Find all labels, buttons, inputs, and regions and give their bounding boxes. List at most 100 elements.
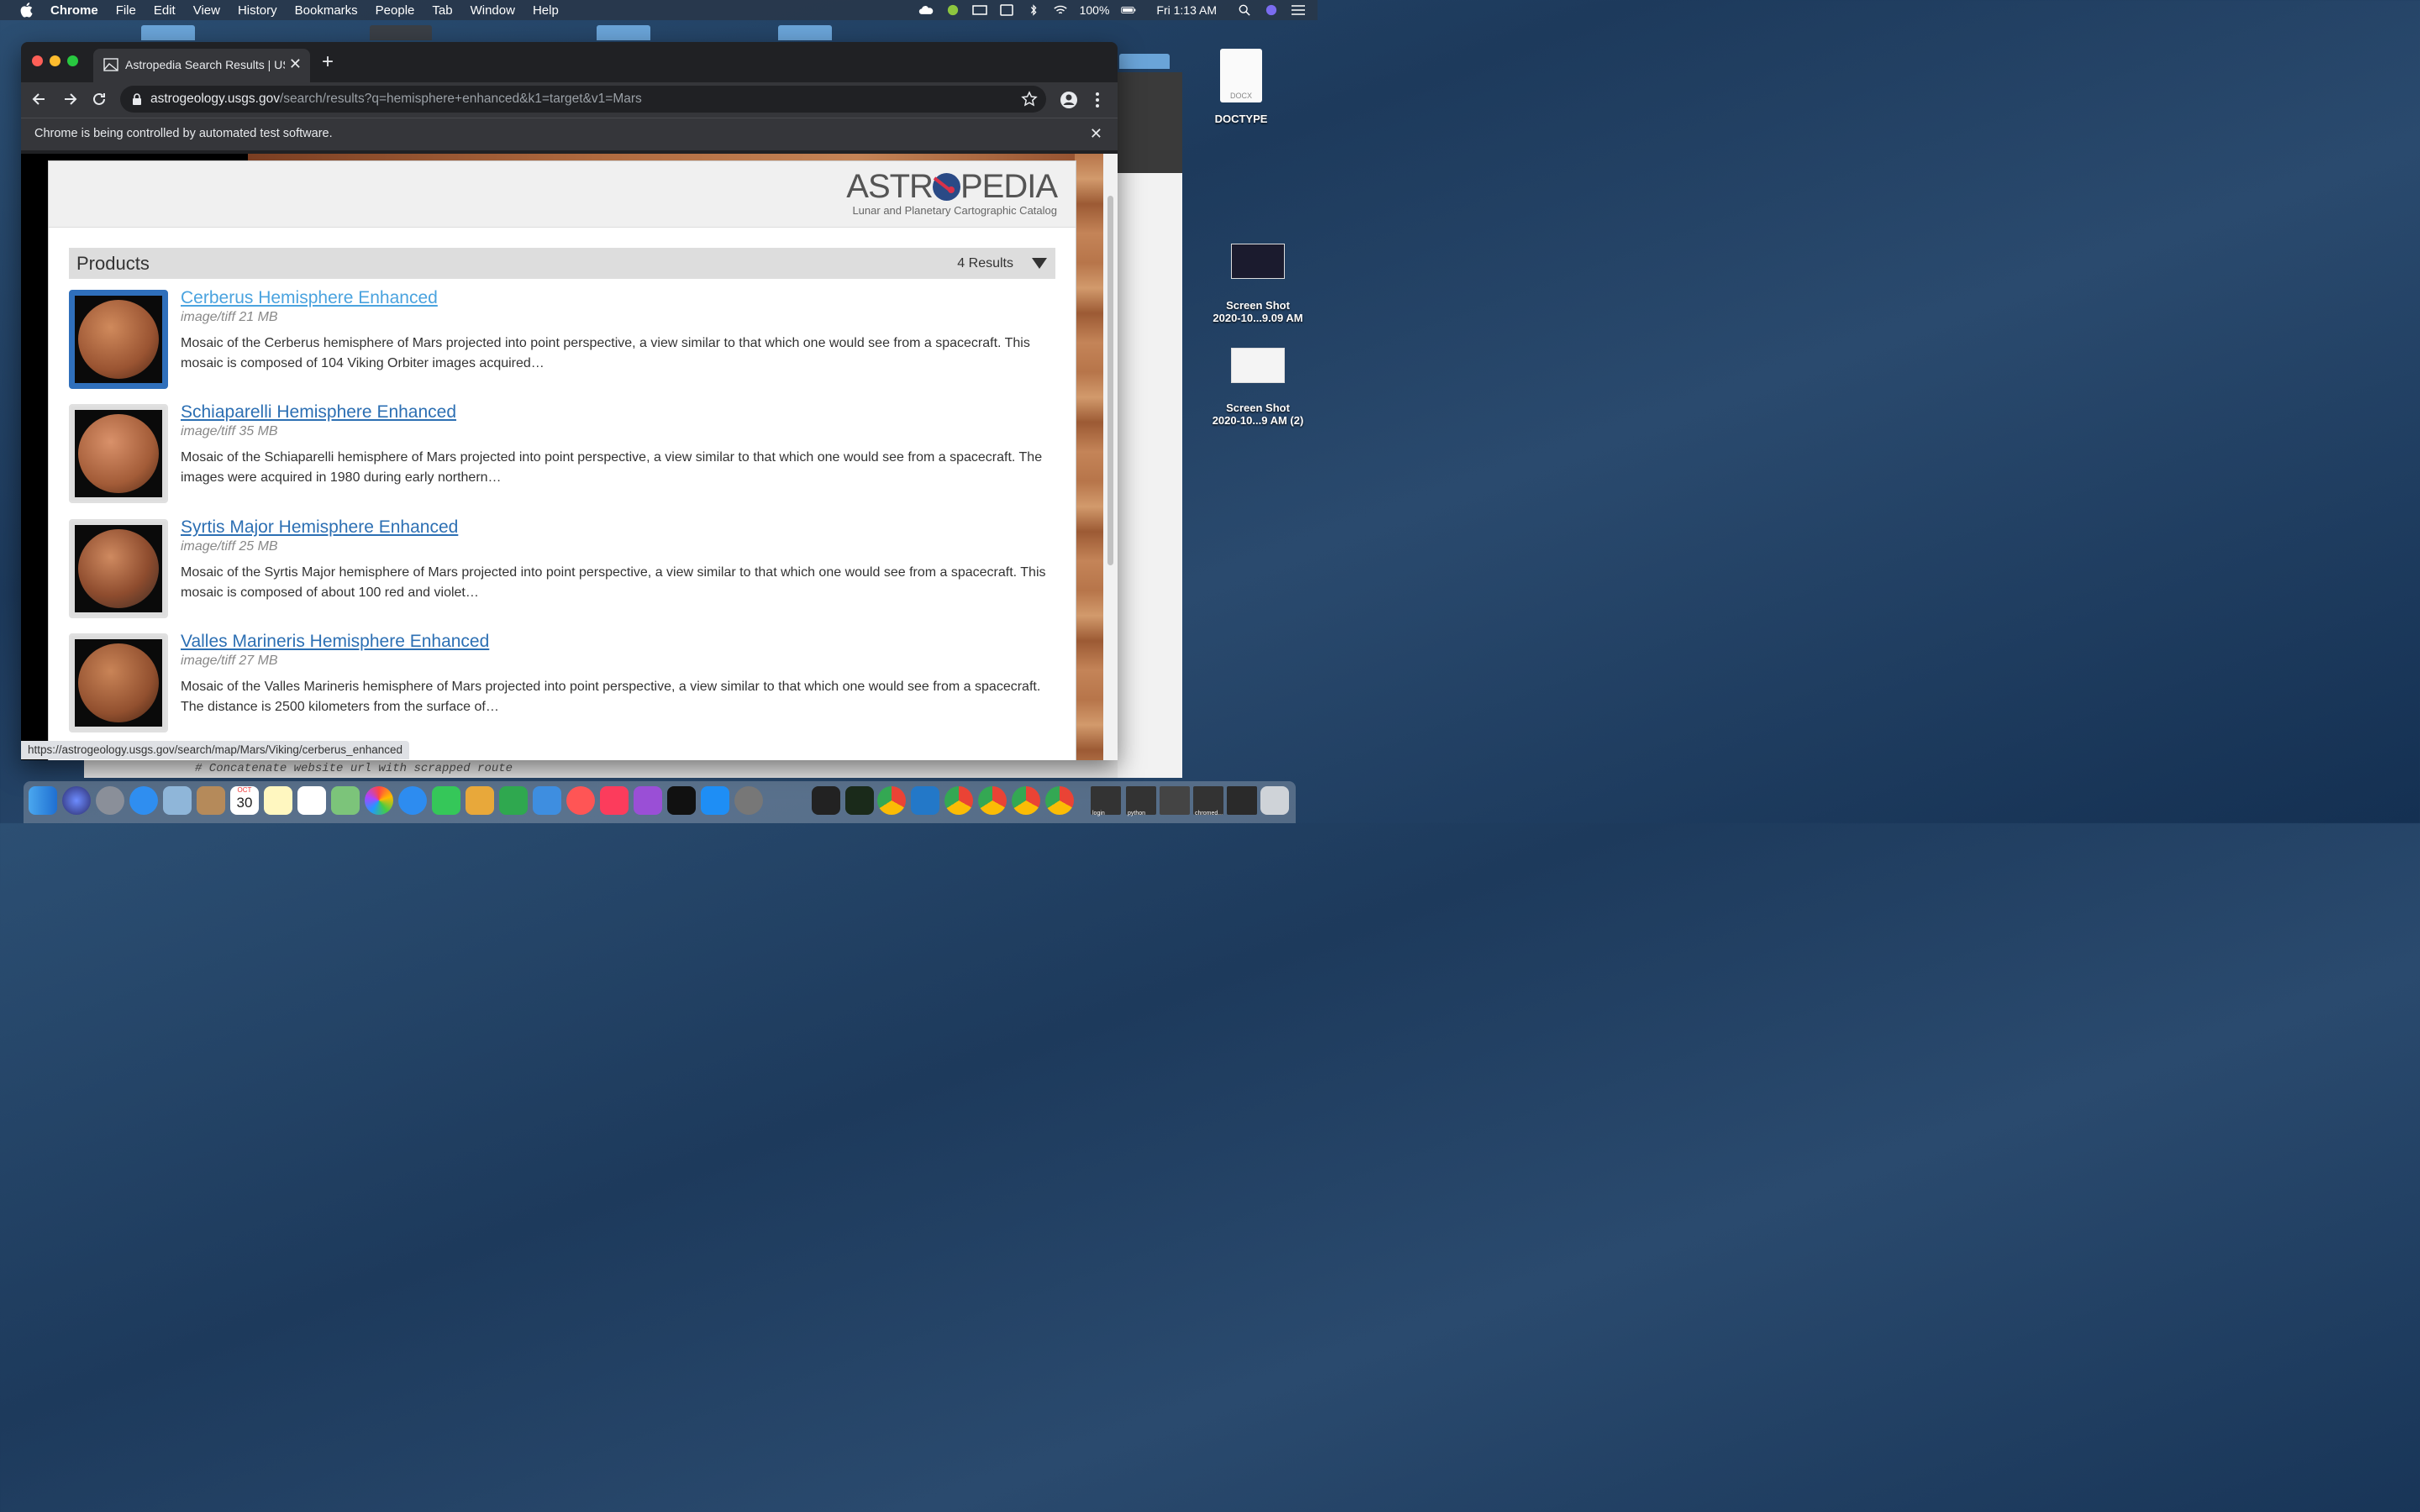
notes-icon[interactable] bbox=[264, 786, 292, 815]
system-preferences-icon[interactable] bbox=[734, 786, 763, 815]
launchpad-icon[interactable] bbox=[96, 786, 124, 815]
close-window-button[interactable] bbox=[32, 55, 43, 66]
menu-view[interactable]: View bbox=[193, 3, 220, 18]
menu-help[interactable]: Help bbox=[533, 3, 559, 18]
tab-close-icon[interactable]: ✕ bbox=[289, 55, 302, 73]
menu-history[interactable]: History bbox=[238, 3, 277, 18]
result-thumbnail[interactable] bbox=[69, 633, 168, 732]
infobar-close-icon[interactable]: ✕ bbox=[1090, 125, 1102, 143]
minimized-window[interactable] bbox=[1227, 786, 1257, 815]
minimized-label: python bbox=[1128, 811, 1146, 816]
chrome-dock-icon[interactable] bbox=[1012, 786, 1040, 815]
page-scrollbar[interactable] bbox=[1103, 154, 1118, 760]
menu-file[interactable]: File bbox=[116, 3, 136, 18]
result-title-link[interactable]: Cerberus Hemisphere Enhanced bbox=[181, 288, 438, 308]
battery-percent: 100% bbox=[1079, 3, 1110, 17]
wifi-icon[interactable] bbox=[1053, 4, 1068, 16]
rocket-typist-icon[interactable] bbox=[780, 786, 808, 815]
filename-line: Screen Shot bbox=[1226, 299, 1290, 312]
finder-icon[interactable] bbox=[29, 786, 57, 815]
cloud-icon[interactable] bbox=[918, 4, 934, 16]
collapse-triangle-icon[interactable] bbox=[1032, 258, 1047, 269]
messages-icon[interactable] bbox=[398, 786, 427, 815]
safari-icon[interactable] bbox=[129, 786, 158, 815]
docx-file[interactable]: DOCX DOCTYPE bbox=[1208, 49, 1274, 125]
chrome-dock-icon[interactable] bbox=[944, 786, 973, 815]
zoom-window-button[interactable] bbox=[67, 55, 78, 66]
battery-icon[interactable] bbox=[1121, 4, 1136, 16]
menu-people[interactable]: People bbox=[376, 3, 415, 18]
screenshot-file-1[interactable]: Screen Shot 2020-10...9.09 AM bbox=[1202, 244, 1314, 324]
calendar-icon[interactable]: OCT 30 bbox=[230, 786, 259, 815]
apple-tv-icon[interactable] bbox=[667, 786, 696, 815]
pages-icon[interactable] bbox=[466, 786, 494, 815]
products-title: Products bbox=[76, 253, 150, 274]
mail-icon[interactable] bbox=[163, 786, 192, 815]
minimized-window-python[interactable]: python bbox=[1126, 786, 1156, 816]
siri-icon[interactable] bbox=[1264, 4, 1279, 16]
filename-line: Screen Shot bbox=[1226, 402, 1290, 414]
contacts-icon[interactable] bbox=[197, 786, 225, 815]
spotlight-search-icon[interactable] bbox=[1237, 4, 1252, 16]
apple-icon[interactable] bbox=[18, 3, 34, 18]
back-arrow-icon[interactable] bbox=[31, 91, 48, 108]
terminal-icon[interactable] bbox=[812, 786, 840, 815]
menu-edit[interactable]: Edit bbox=[154, 3, 176, 18]
photos-icon[interactable] bbox=[365, 786, 393, 815]
minimize-window-button[interactable] bbox=[50, 55, 60, 66]
result-description: Mosaic of the Syrtis Major hemisphere of… bbox=[181, 565, 1046, 600]
result-title-link[interactable]: Valles Marineris Hemisphere Enhanced bbox=[181, 632, 489, 652]
menu-bookmarks[interactable]: Bookmarks bbox=[295, 3, 358, 18]
music-icon[interactable] bbox=[600, 786, 629, 815]
display-icon[interactable] bbox=[999, 4, 1014, 16]
numbers-icon[interactable] bbox=[499, 786, 528, 815]
maps-icon[interactable] bbox=[331, 786, 360, 815]
tab-astropedia[interactable]: Astropedia Search Results | USGS ✕ bbox=[93, 49, 310, 82]
result-title-link[interactable]: Syrtis Major Hemisphere Enhanced bbox=[181, 517, 458, 538]
result-meta: image/tiff 25 MB bbox=[181, 539, 278, 554]
result-title-link[interactable]: Schiaparelli Hemisphere Enhanced bbox=[181, 402, 456, 423]
app-store-icon[interactable] bbox=[701, 786, 729, 815]
url-path: /search/results?q=hemisphere+enhanced&k1… bbox=[279, 92, 642, 106]
more-options-icon[interactable] bbox=[1093, 91, 1102, 109]
siri-dock-icon[interactable] bbox=[62, 786, 91, 815]
new-tab-button[interactable]: + bbox=[322, 52, 334, 72]
facetime-icon[interactable] bbox=[432, 786, 460, 815]
minimized-window-chromed[interactable]: chromed... bbox=[1193, 786, 1223, 816]
clock[interactable]: Fri 1:13 AM bbox=[1156, 3, 1217, 17]
address-bar[interactable]: astrogeology.usgs.gov/search/results?q=h… bbox=[120, 86, 1046, 113]
minimized-window[interactable] bbox=[1160, 786, 1190, 815]
vscode-icon[interactable] bbox=[911, 786, 939, 815]
forward-arrow-icon[interactable] bbox=[61, 91, 78, 108]
menu-window[interactable]: Window bbox=[471, 3, 515, 18]
chrome-dock-icon[interactable] bbox=[877, 786, 906, 815]
reload-icon[interactable] bbox=[91, 91, 108, 108]
screenshot-file-2[interactable]: Screen Shot 2020-10...9 AM (2) bbox=[1202, 348, 1314, 427]
products-header[interactable]: Products 4 Results bbox=[69, 248, 1055, 279]
notification-center-icon[interactable] bbox=[1291, 4, 1306, 16]
bookmark-star-icon[interactable] bbox=[1021, 91, 1038, 108]
chrome-dock-icon[interactable] bbox=[978, 786, 1007, 815]
trash-icon[interactable] bbox=[1260, 786, 1289, 815]
menu-app-name[interactable]: Chrome bbox=[50, 3, 98, 18]
activity-monitor-icon[interactable] bbox=[845, 786, 874, 815]
grammarly-icon[interactable] bbox=[945, 4, 960, 16]
lock-icon[interactable] bbox=[132, 93, 142, 105]
screen-icon[interactable] bbox=[971, 4, 987, 16]
keynote-icon[interactable] bbox=[533, 786, 561, 815]
minimized-window-login[interactable]: login bbox=[1091, 786, 1121, 816]
profile-avatar-icon[interactable] bbox=[1060, 91, 1078, 109]
chrome-dock-icon[interactable] bbox=[1045, 786, 1074, 815]
menu-tab[interactable]: Tab bbox=[432, 3, 452, 18]
bluetooth-icon[interactable] bbox=[1026, 4, 1041, 16]
docx-icon: DOCX bbox=[1220, 49, 1262, 102]
reminders-icon[interactable] bbox=[297, 786, 326, 815]
news-icon[interactable] bbox=[566, 786, 595, 815]
scrollbar-thumb[interactable] bbox=[1107, 196, 1113, 565]
podcasts-icon[interactable] bbox=[634, 786, 662, 815]
result-description: Mosaic of the Schiaparelli hemisphere of… bbox=[181, 450, 1043, 485]
result-thumbnail[interactable] bbox=[69, 290, 168, 389]
result-thumbnail[interactable] bbox=[69, 404, 168, 503]
astropedia-logo[interactable]: ASTR PEDIA Lunar and Planetary Cartograph… bbox=[846, 168, 1058, 217]
result-thumbnail[interactable] bbox=[69, 519, 168, 618]
